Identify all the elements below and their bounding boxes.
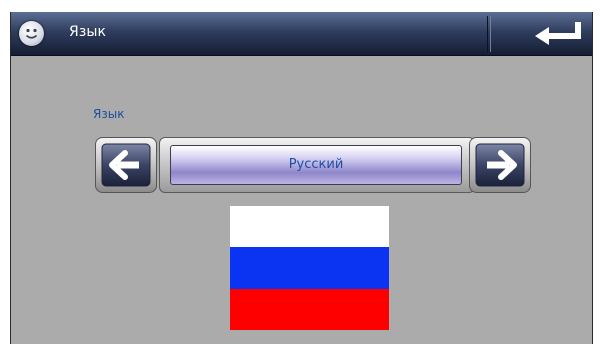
flag-stripe-red (230, 288, 389, 330)
flag-stripe-white (230, 206, 389, 248)
language-selector[interactable]: Русский (159, 137, 475, 193)
language-flag (230, 206, 389, 330)
flag-stripe-blue (230, 247, 389, 289)
title-divider (487, 16, 491, 52)
selected-language[interactable]: Русский (170, 145, 462, 185)
title-bar: Язык (11, 12, 592, 56)
previous-language-button[interactable] (95, 137, 157, 193)
screen: Язык Язык Русский (10, 12, 593, 344)
language-label: Язык (93, 107, 125, 121)
next-language-button[interactable] (469, 137, 531, 193)
smiley-icon[interactable] (19, 21, 44, 46)
return-arrow-icon (535, 22, 581, 45)
page-title: Язык (69, 24, 107, 40)
back-button[interactable] (493, 14, 592, 53)
